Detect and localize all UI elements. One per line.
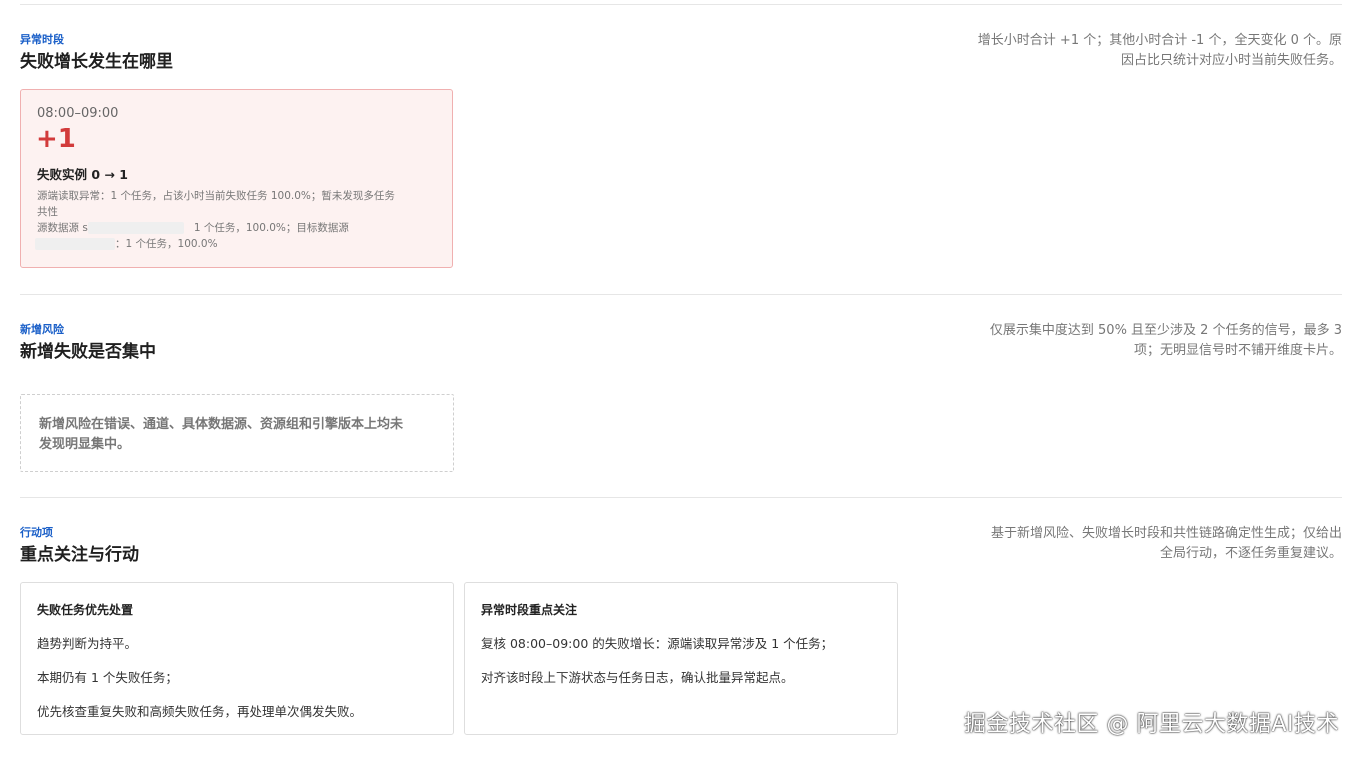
source-prefix: 源数据源 s <box>37 222 88 234</box>
failure-delta: +1 <box>36 124 76 154</box>
actions-divider <box>20 497 1342 498</box>
failure-instances: 失败实例 0 → 1 <box>37 167 128 182</box>
anomaly-note-line2: 因占比只统计对应小时当前失败任务。 <box>1120 53 1342 68</box>
action-card-anomaly-hours[interactable]: 异常时段重点关注 复核 08:00–09:00 的失败增长：源端读取异常涉及 1… <box>464 582 898 735</box>
actions-section-tag: 行动项 <box>20 526 53 539</box>
action-card-title: 异常时段重点关注 <box>481 603 578 617</box>
risk-note-line1: 仅展示集中度达到 50% 且至少涉及 2 个任务的信号，最多 3 <box>989 323 1342 338</box>
risk-empty-state: 新增风险在错误、通道、具体数据源、资源组和引擎版本上均未 发现明显集中。 <box>20 394 454 472</box>
risk-note-line2: 项；无明显信号时不铺开维度卡片。 <box>1133 343 1342 358</box>
action-item: 优先核查重复失败和高频失败任务，再处理单次偶发失败。 <box>37 704 363 719</box>
action-card-failed-tasks[interactable]: 失败任务优先处置 趋势判断为持平。 本期仍有 1 个失败任务； 优先核查重复失败… <box>20 582 454 735</box>
hour-range: 08:00–09:00 <box>37 106 119 121</box>
risk-empty-line1: 新增风险在错误、通道、具体数据源、资源组和引擎版本上均未 <box>39 417 404 432</box>
redacted-target-name <box>35 238 115 250</box>
risk-section-note: 仅展示集中度达到 50% 且至少涉及 2 个任务的信号，最多 3 项；无明显信号… <box>952 321 1342 361</box>
anomaly-hour-card[interactable]: 08:00–09:00 +1 失败实例 0 → 1 源端读取异常：1 个任务，占… <box>20 89 453 268</box>
redacted-source-name <box>87 222 184 234</box>
detail-line-1: 源端读取异常：1 个任务，占该小时当前失败任务 100.0%；暂未发现多任务 <box>37 190 395 202</box>
actions-section-note: 基于新增风险、失败增长时段和共性链路确定性生成；仅给出 全局行动，不逐任务重复建… <box>952 524 1342 564</box>
action-item: 本期仍有 1 个失败任务； <box>37 670 178 685</box>
action-item: 对齐该时段上下游状态与任务日志，确认批量异常起点。 <box>481 670 794 685</box>
action-item: 复核 08:00–09:00 的失败增长：源端读取异常涉及 1 个任务； <box>481 636 834 651</box>
actions-section-title: 重点关注与行动 <box>20 545 139 565</box>
detail-line-3: 源数据源 s 1 个任务，100.0%；目标数据源 <box>37 220 437 236</box>
action-item: 趋势判断为持平。 <box>37 636 138 651</box>
anomaly-section-title: 失败增长发生在哪里 <box>20 52 173 72</box>
anomaly-note-line1: 增长小时合计 +1 个；其他小时合计 -1 个，全天变化 0 个。原 <box>977 33 1342 48</box>
actions-note-line1: 基于新增风险、失败增长时段和共性链路确定性生成；仅给出 <box>990 526 1342 541</box>
target-suffix: ：1 个任务，100.0% <box>115 238 218 250</box>
action-card-title: 失败任务优先处置 <box>37 603 134 617</box>
risk-divider <box>20 294 1342 295</box>
risk-section-title: 新增失败是否集中 <box>20 342 156 362</box>
detail-line-2: 共性 <box>37 206 58 218</box>
anomaly-section-tag: 异常时段 <box>20 33 64 46</box>
top-divider <box>20 4 1342 5</box>
watermark: 掘金技术社区 @ 阿里云大数据AI技术 <box>963 712 1339 737</box>
risk-empty-line2: 发现明显集中。 <box>39 437 131 452</box>
anomaly-section-note: 增长小时合计 +1 个；其他小时合计 -1 个，全天变化 0 个。原 因占比只统… <box>952 31 1342 71</box>
hour-detail: 源端读取异常：1 个任务，占该小时当前失败任务 100.0%；暂未发现多任务 共… <box>35 188 437 252</box>
source-suffix: 1 个任务，100.0%；目标数据源 <box>193 222 349 234</box>
actions-note-line2: 全局行动，不逐任务重复建议。 <box>1159 546 1342 561</box>
risk-empty-message: 新增风险在错误、通道、具体数据源、资源组和引擎版本上均未 发现明显集中。 <box>39 415 439 455</box>
detail-line-4: ：1 个任务，100.0% <box>35 236 437 252</box>
risk-section-tag: 新增风险 <box>20 323 64 336</box>
